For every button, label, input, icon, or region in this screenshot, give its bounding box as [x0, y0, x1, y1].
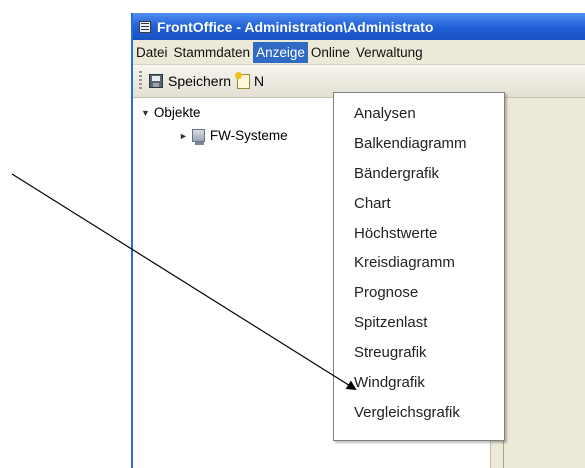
annotation-arrow — [11, 173, 357, 391]
arrow-line — [11, 173, 357, 391]
